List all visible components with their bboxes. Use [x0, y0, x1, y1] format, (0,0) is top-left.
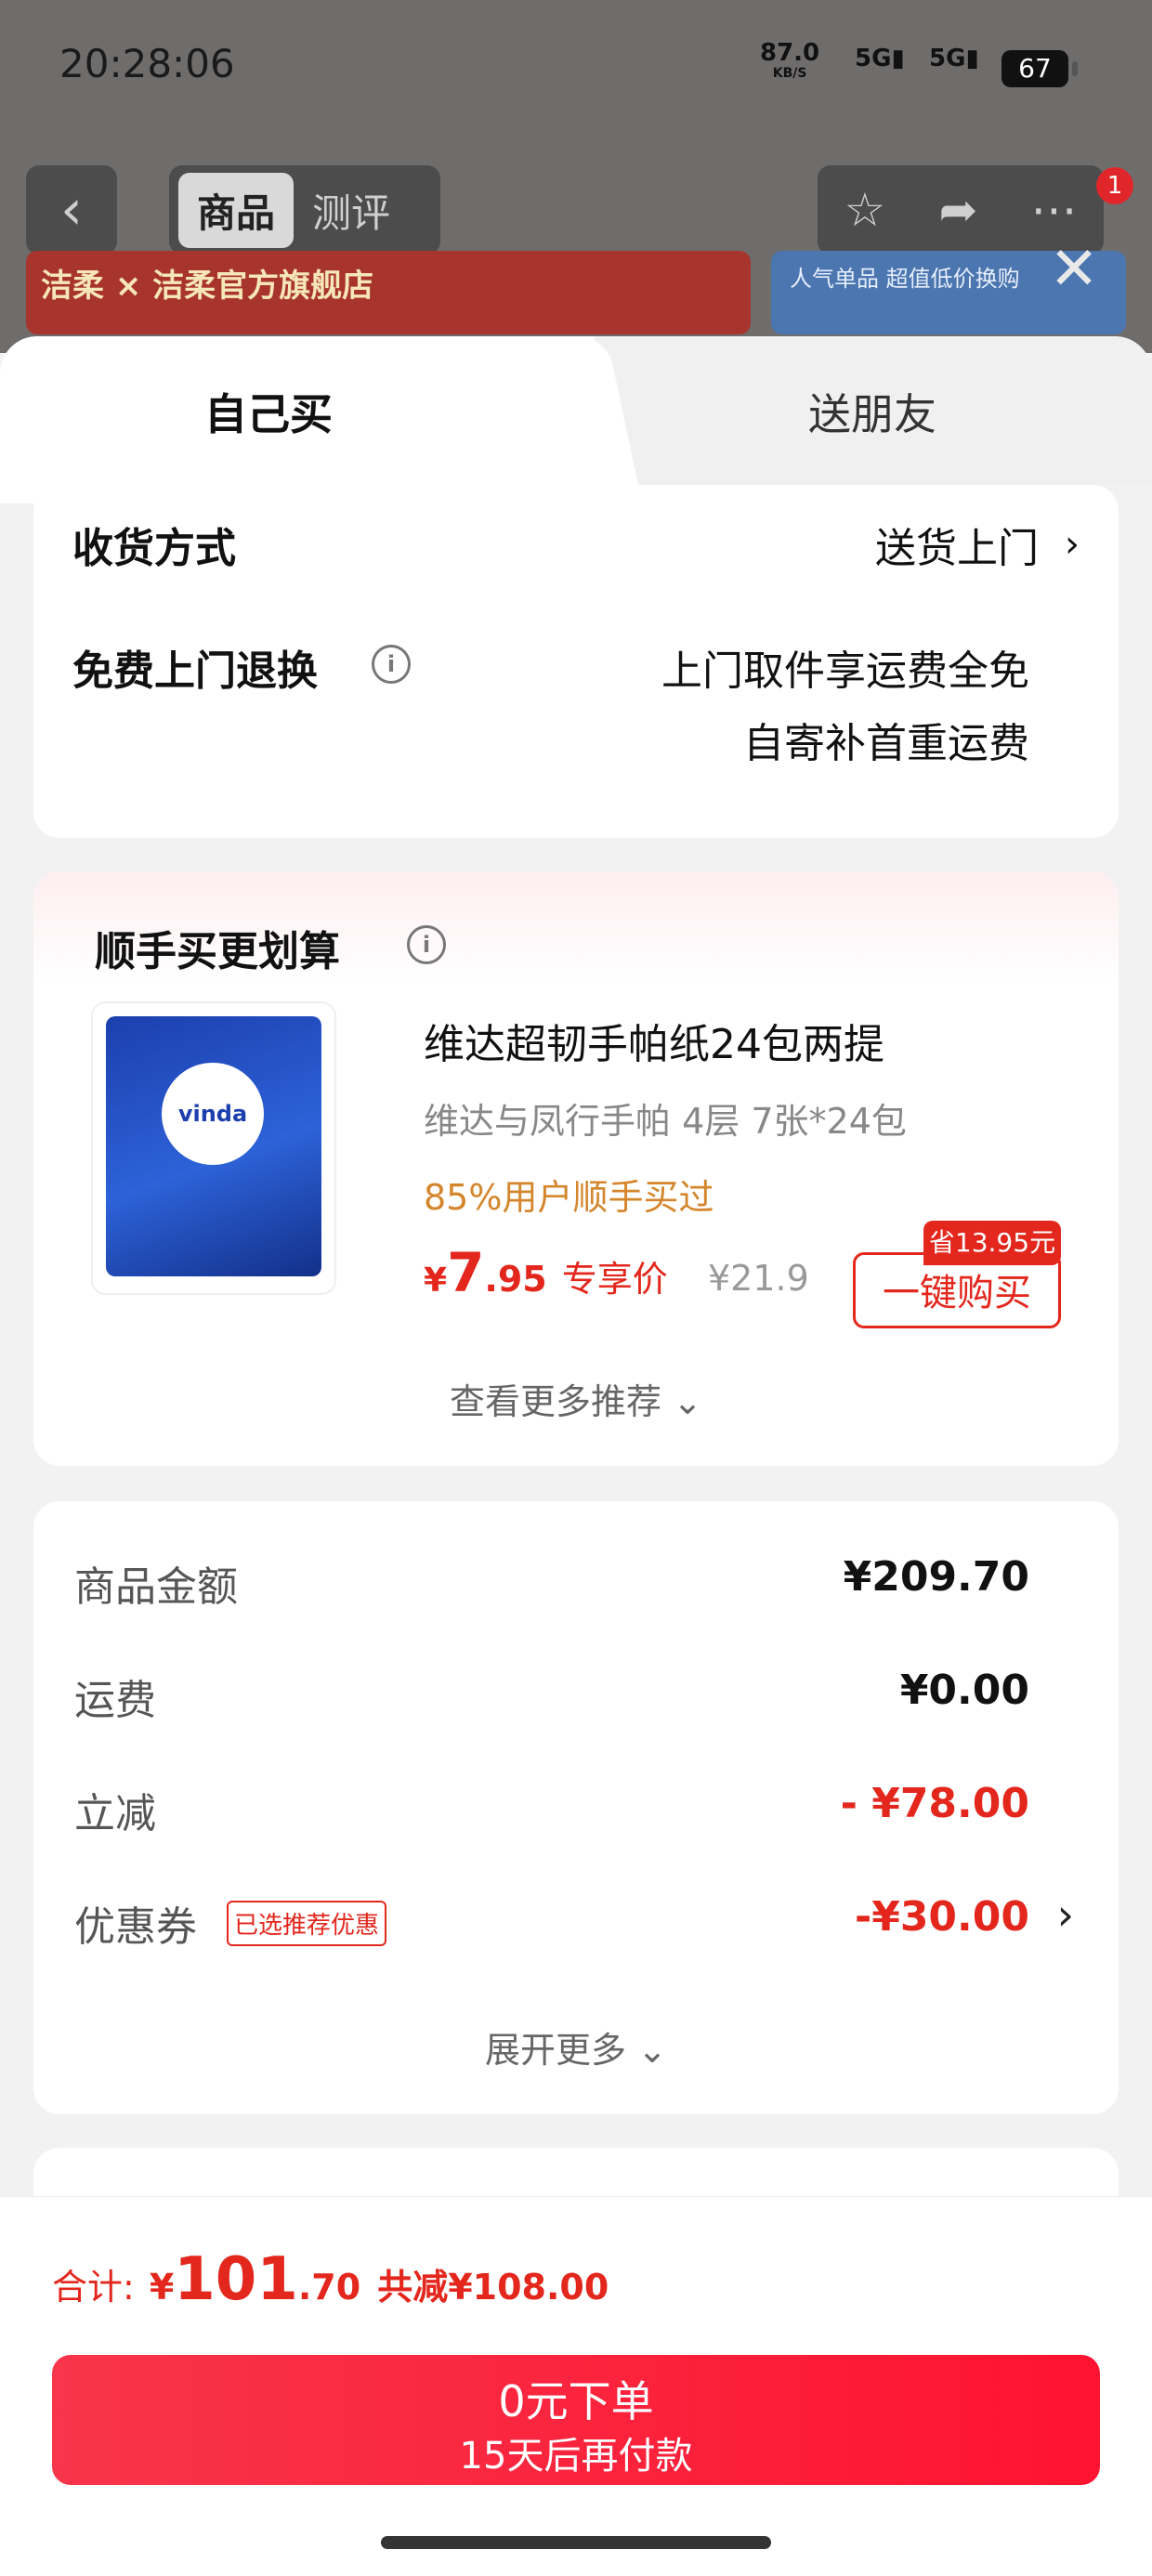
place-order-button[interactable]: 0元下单 15天后再付款 [52, 2355, 1100, 2485]
price-tag: 专享价 [561, 1259, 668, 1300]
total-decimal: .70 [297, 2267, 361, 2308]
save-badge: 省13.95元 [923, 1221, 1061, 1265]
price: ¥7.95 专享价 [424, 1241, 668, 1304]
original-price: ¥21.9 [708, 1258, 809, 1299]
total-summary: 合计: ¥101.70 共减¥108.00 [52, 2245, 609, 2314]
fee-value-shipping: ¥0.00 [899, 1667, 1029, 1714]
product-subtitle: 维达与凤行手帕 4层 7张*24包 [424, 1101, 907, 1142]
social-proof: 85%用户顺手买过 [424, 1177, 714, 1218]
order-button-sub: 15天后再付款 [459, 2435, 693, 2478]
fee-label-goods: 商品金额 [74, 1563, 238, 1611]
product-title[interactable]: 维达超韧手帕纸24包两提 [424, 1011, 884, 1070]
signal-icon: 5G▮ [855, 45, 905, 72]
store-banner: 洁柔 × 洁柔官方旗舰店 [26, 251, 751, 334]
tab-send-friend[interactable]: 送朋友 [808, 381, 936, 442]
network-speed: 87.0 KB/S [760, 41, 819, 84]
signal-label-1: 5G [855, 45, 892, 72]
addon-card: 顺手买更划算 i vinda 维达超韧手帕纸24包两提 维达与凤行手帕 4层 7… [33, 871, 1119, 1466]
total-currency: ¥ [149, 2267, 175, 2308]
total-label: 合计: [52, 2267, 135, 2308]
fee-value-goods: ¥209.70 [843, 1553, 1029, 1601]
total-integer: 101 [174, 2245, 298, 2314]
signal-icon: 5G▮ [929, 45, 979, 72]
total-discount: 共减¥108.00 [377, 2267, 609, 2308]
delivery-method-row[interactable]: 送货上门 › [875, 515, 1080, 574]
star-icon[interactable]: ☆ [844, 183, 886, 237]
product-package: vinda [106, 1016, 321, 1276]
checkout-bar: 合计: ¥101.70 共减¥108.00 0元下单 15天后再付款 [0, 2196, 1152, 2576]
notification-badge: 1 [1096, 167, 1133, 204]
fee-label-coupon: 优惠券 [74, 1903, 197, 1951]
fee-label-shipping: 运费 [74, 1677, 156, 1724]
delivery-method-value: 送货上门 [875, 525, 1039, 572]
tab-review[interactable]: 测评 [294, 173, 409, 248]
return-line-2: 自寄补首重运费 [743, 720, 1029, 767]
price-integer: 7 [447, 1241, 485, 1304]
delivery-method-label: 收货方式 [72, 525, 236, 572]
coupon-tag: 已选推荐优惠 [227, 1901, 387, 1946]
order-button-main: 0元下单 [498, 2376, 654, 2426]
more-icon[interactable]: ⋯ [1030, 183, 1077, 237]
addon-title: 顺手买更划算 [95, 928, 340, 975]
close-icon[interactable]: ✕ [1044, 240, 1104, 299]
status-bar: 20:28:06 87.0 KB/S 5G▮ 5G▮ 67 [0, 0, 1152, 139]
signal-label-2: 5G [929, 45, 966, 72]
fee-value-discount: - ¥78.00 [840, 1780, 1029, 1827]
chevron-right-icon: › [1065, 523, 1080, 566]
free-return-label: 免费上门退换 [72, 647, 318, 695]
chevron-left-icon: ‹ [60, 177, 83, 242]
battery-icon: 67 [1001, 50, 1078, 87]
info-icon[interactable]: i [407, 925, 446, 964]
expand-more-link[interactable]: 展开更多 ⌄ [33, 2021, 1119, 2073]
price-decimal: .95 [484, 1259, 547, 1300]
home-indicator [381, 2536, 771, 2549]
price-currency: ¥ [424, 1262, 448, 1300]
return-line-1: 上门取件享运费全免 [661, 647, 1029, 695]
more-recommend-link[interactable]: 查看更多推荐 ⌄ [33, 1373, 1119, 1424]
delivery-card: 收货方式 送货上门 › 免费上门退换 i 上门取件享运费全免 自寄补首重运费 [33, 485, 1119, 838]
brand-logo: vinda [162, 1063, 264, 1165]
back-button[interactable]: ‹ [26, 165, 117, 255]
chevron-right-icon[interactable]: › [1057, 1890, 1074, 1940]
tab-self-buy[interactable]: 自己买 [204, 381, 333, 442]
fee-value-coupon[interactable]: -¥30.00 [855, 1893, 1029, 1941]
product-image[interactable]: vinda [91, 1001, 336, 1295]
fee-label-discount: 立减 [74, 1790, 156, 1837]
product-tab-switcher: 商品 测评 [169, 165, 440, 255]
status-time: 20:28:06 [59, 41, 235, 86]
fees-card: 商品金额 ¥209.70 运费 ¥0.00 立减 - ¥78.00 优惠券 已选… [33, 1501, 1119, 2114]
tab-product[interactable]: 商品 [178, 172, 295, 248]
share-icon[interactable]: ➦ [938, 183, 977, 237]
info-icon[interactable]: i [372, 645, 411, 684]
